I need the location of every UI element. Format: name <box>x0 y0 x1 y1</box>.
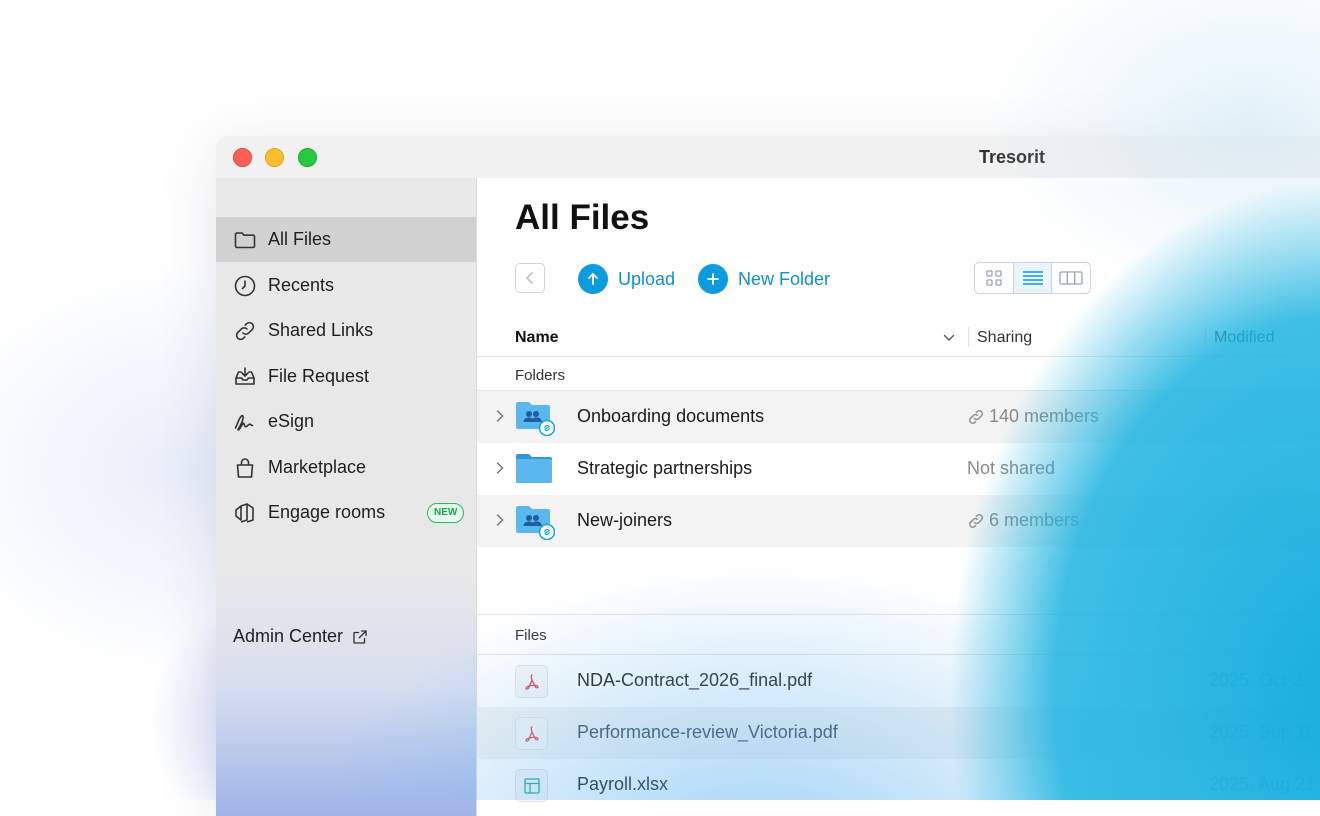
plus-icon <box>698 264 728 294</box>
link-icon <box>969 409 983 424</box>
file-modified: 2025. Oct 2. <box>1209 670 1308 690</box>
zoom-window-button[interactable] <box>298 148 317 167</box>
sidebar-item-label: eSign <box>268 411 315 431</box>
minimize-window-button[interactable] <box>265 148 284 167</box>
chevron-right-icon[interactable] <box>495 513 505 527</box>
sidebar-item-shared-links[interactable]: Shared Links <box>216 308 476 353</box>
file-row[interactable]: Performance-review_Victoria.pdf 2025. Se… <box>477 707 1320 759</box>
back-button[interactable] <box>515 263 545 293</box>
chevron-right-icon[interactable] <box>495 409 505 423</box>
chevron-right-icon[interactable] <box>495 461 505 475</box>
sidebar-item-label: All Files <box>268 229 332 249</box>
grid-view-button[interactable] <box>975 263 1014 293</box>
upload-icon <box>578 264 608 294</box>
upload-label: Upload <box>618 268 676 289</box>
upload-button[interactable]: Upload <box>578 264 675 294</box>
pdf-file-icon <box>515 665 548 698</box>
sharing-text: 140 members <box>989 406 1100 426</box>
title-bar: Tresorit <box>216 136 1320 179</box>
chevron-left-icon <box>525 272 533 284</box>
column-separator <box>968 327 969 347</box>
new-badge: NEW <box>427 503 465 523</box>
sharing-status: 6 members <box>967 510 1079 531</box>
folder-name: Strategic partnerships <box>577 458 753 478</box>
sidebar-item-esign[interactable]: eSign <box>216 399 476 444</box>
engage-rooms-icon <box>235 503 254 523</box>
file-name: NDA-Contract_2026_final.pdf <box>577 670 813 690</box>
sharing-text: 6 members <box>989 510 1080 530</box>
close-window-button[interactable] <box>233 148 252 167</box>
new-folder-button[interactable]: New Folder <box>698 264 830 294</box>
external-link-icon <box>353 629 367 644</box>
column-view-button[interactable] <box>1052 263 1090 293</box>
columns-icon <box>1059 271 1083 285</box>
column-separator <box>1205 327 1206 347</box>
new-folder-label: New Folder <box>738 268 831 289</box>
folder-row[interactable]: Onboarding documents 140 members <box>477 391 1320 443</box>
chevron-down-icon[interactable] <box>943 334 955 342</box>
admin-center-link[interactable]: Admin Center <box>233 626 369 647</box>
file-row[interactable]: NDA-Contract_2026_final.pdf 2025. Oct 2. <box>477 655 1320 707</box>
shared-folder-icon <box>516 506 555 540</box>
column-sharing[interactable]: Sharing <box>977 329 1032 347</box>
signature-icon <box>234 414 254 431</box>
folder-row[interactable]: Strategic partnerships Not shared <box>477 443 1320 495</box>
list-icon <box>1022 271 1043 285</box>
link-icon <box>969 513 983 528</box>
link-icon <box>235 321 255 341</box>
sharing-status: Not shared <box>967 458 1055 479</box>
sidebar-item-label: File Request <box>268 366 370 386</box>
divider <box>477 614 1320 615</box>
folder-icon <box>516 454 552 483</box>
pdf-file-icon <box>515 717 548 750</box>
main-panel: All Files Upload New Folder Name Sharing… <box>477 178 1320 816</box>
sidebar-item-label: Recents <box>268 275 335 295</box>
admin-center-label: Admin Center <box>233 626 344 646</box>
folder-name: New-joiners <box>577 510 673 530</box>
app-window: Tresorit All Files Recents Shared Links … <box>216 136 1320 816</box>
file-name: Payroll.xlsx <box>577 774 669 794</box>
sharing-text: Not shared <box>967 458 1056 478</box>
sharing-status: 140 members <box>967 406 1099 427</box>
clock-icon <box>234 275 256 297</box>
sidebar-item-label: Marketplace <box>268 457 367 477</box>
table-header: Name Sharing Modified <box>477 318 1320 357</box>
column-name[interactable]: Name <box>515 329 559 347</box>
sidebar-item-label: Engage rooms <box>268 502 386 522</box>
sidebar-item-marketplace[interactable]: Marketplace <box>216 445 476 490</box>
files-section-label: Files <box>515 627 547 644</box>
shopping-bag-icon <box>236 458 254 478</box>
sidebar: All Files Recents Shared Links File Requ… <box>216 178 477 816</box>
window-title: Tresorit <box>979 147 1046 167</box>
folder-name: Onboarding documents <box>577 406 765 426</box>
sidebar-item-all-files[interactable]: All Files <box>216 217 476 262</box>
sidebar-item-label: Shared Links <box>268 320 374 340</box>
file-modified: 2025. Sep 15 <box>1209 722 1317 742</box>
folder-row[interactable]: New-joiners 6 members <box>477 495 1320 547</box>
folders-section-label: Folders <box>515 367 566 384</box>
grid-icon <box>986 270 1002 286</box>
folder-icon <box>234 232 256 249</box>
spreadsheet-file-icon <box>515 769 548 802</box>
column-modified[interactable]: Modified <box>1214 329 1274 347</box>
view-mode-switch <box>974 262 1091 294</box>
list-view-button[interactable] <box>1013 263 1053 293</box>
file-row[interactable]: Payroll.xlsx 2025. Aug 21 <box>477 759 1320 811</box>
sidebar-item-file-request[interactable]: File Request <box>216 354 476 399</box>
sidebar-item-recents[interactable]: Recents <box>216 263 476 308</box>
inbox-download-icon <box>235 367 255 385</box>
sidebar-item-engage-rooms[interactable]: Engage rooms NEW <box>216 490 476 535</box>
shared-folder-icon <box>516 402 555 436</box>
page-title: All Files <box>515 198 650 237</box>
file-name: Performance-review_Victoria.pdf <box>577 722 838 742</box>
file-modified: 2025. Aug 21 <box>1209 774 1316 794</box>
